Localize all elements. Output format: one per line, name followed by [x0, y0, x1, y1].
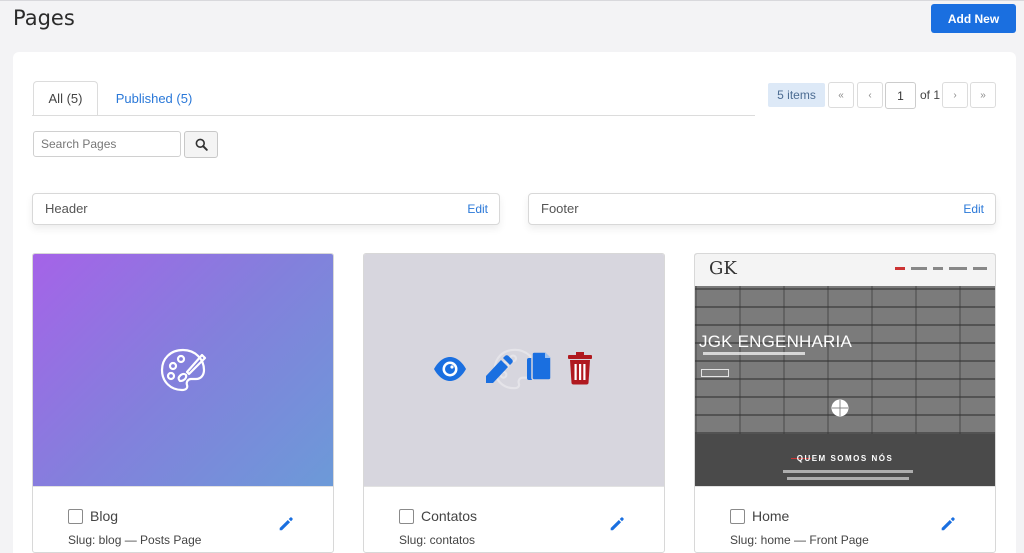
- page-thumbnail[interactable]: [33, 254, 333, 486]
- pencil-icon[interactable]: [608, 515, 626, 533]
- preview-text-line: [787, 477, 909, 480]
- header-edit-link[interactable]: Edit: [467, 202, 488, 216]
- scroll-indicator-icon: [831, 399, 849, 417]
- page-card-home: GK JGK ENGENHARIA QUEM SOMOS NÓS Home Sl…: [694, 253, 996, 553]
- card-slug: Slug: home — Front Page: [730, 533, 869, 547]
- pencil-icon[interactable]: [939, 515, 957, 533]
- page-thumbnail[interactable]: [364, 254, 664, 486]
- card-footer: Home Slug: home — Front Page: [695, 486, 995, 552]
- footer-part-label: Footer: [541, 201, 579, 216]
- total-pages-label: of 1: [920, 88, 941, 102]
- page-card-contatos: Contatos Slug: contatos: [363, 253, 665, 553]
- select-checkbox[interactable]: [68, 509, 83, 524]
- tab-all[interactable]: All (5): [33, 81, 98, 116]
- card-actions: [433, 351, 603, 387]
- header-part: Header Edit: [32, 193, 500, 225]
- search-icon: [195, 138, 208, 151]
- search-input[interactable]: [33, 131, 181, 157]
- footer-edit-link[interactable]: Edit: [963, 202, 984, 216]
- tab-published[interactable]: Published (5): [106, 81, 202, 116]
- preview-hero-button: [701, 369, 729, 377]
- preview-hero-title: JGK ENGENHARIA: [699, 332, 852, 351]
- trash-icon[interactable]: [567, 351, 593, 385]
- card-title: Home: [752, 508, 790, 524]
- eye-icon[interactable]: [433, 356, 467, 382]
- card-slug: Slug: contatos: [399, 533, 476, 547]
- prev-page-button[interactable]: ‹: [857, 82, 883, 108]
- card-footer: Blog Slug: blog — Posts Page: [33, 486, 333, 552]
- palette-icon: [160, 348, 207, 392]
- current-page-input[interactable]: [885, 82, 916, 109]
- select-checkbox[interactable]: [399, 509, 414, 524]
- footer-part: Footer Edit: [528, 193, 996, 225]
- top-divider: [0, 0, 1024, 1]
- preview-logo: GK: [709, 258, 737, 279]
- card-slug: Slug: blog — Posts Page: [68, 533, 202, 547]
- pencil-icon[interactable]: [277, 515, 295, 533]
- next-page-button[interactable]: ›: [942, 82, 968, 108]
- search-button[interactable]: [184, 131, 218, 158]
- last-page-button[interactable]: »: [970, 82, 996, 108]
- preview-nav: GK: [695, 254, 995, 286]
- items-count-badge: 5 items: [768, 83, 825, 107]
- card-title: Contatos: [421, 508, 478, 524]
- preview-hero-subtitle: [703, 352, 805, 355]
- card-title: Blog: [90, 508, 119, 524]
- card-footer: Contatos Slug: contatos: [364, 486, 664, 552]
- tabs-divider: [32, 115, 755, 116]
- preview-about-section: QUEM SOMOS NÓS: [695, 434, 995, 486]
- page-card-blog: Blog Slug: blog — Posts Page: [32, 253, 334, 553]
- select-checkbox[interactable]: [730, 509, 745, 524]
- add-new-button[interactable]: Add New: [931, 4, 1016, 33]
- preview-text-line: [783, 470, 913, 473]
- header-part-label: Header: [45, 201, 88, 216]
- pencil-icon[interactable]: [483, 353, 513, 385]
- preview-section-title: QUEM SOMOS NÓS: [796, 454, 894, 463]
- first-page-button[interactable]: «: [828, 82, 854, 108]
- page-thumbnail[interactable]: GK JGK ENGENHARIA QUEM SOMOS NÓS: [695, 254, 995, 486]
- copy-icon[interactable]: [526, 351, 552, 385]
- preview-nav-items: [895, 267, 987, 270]
- page-title: Pages: [13, 6, 75, 30]
